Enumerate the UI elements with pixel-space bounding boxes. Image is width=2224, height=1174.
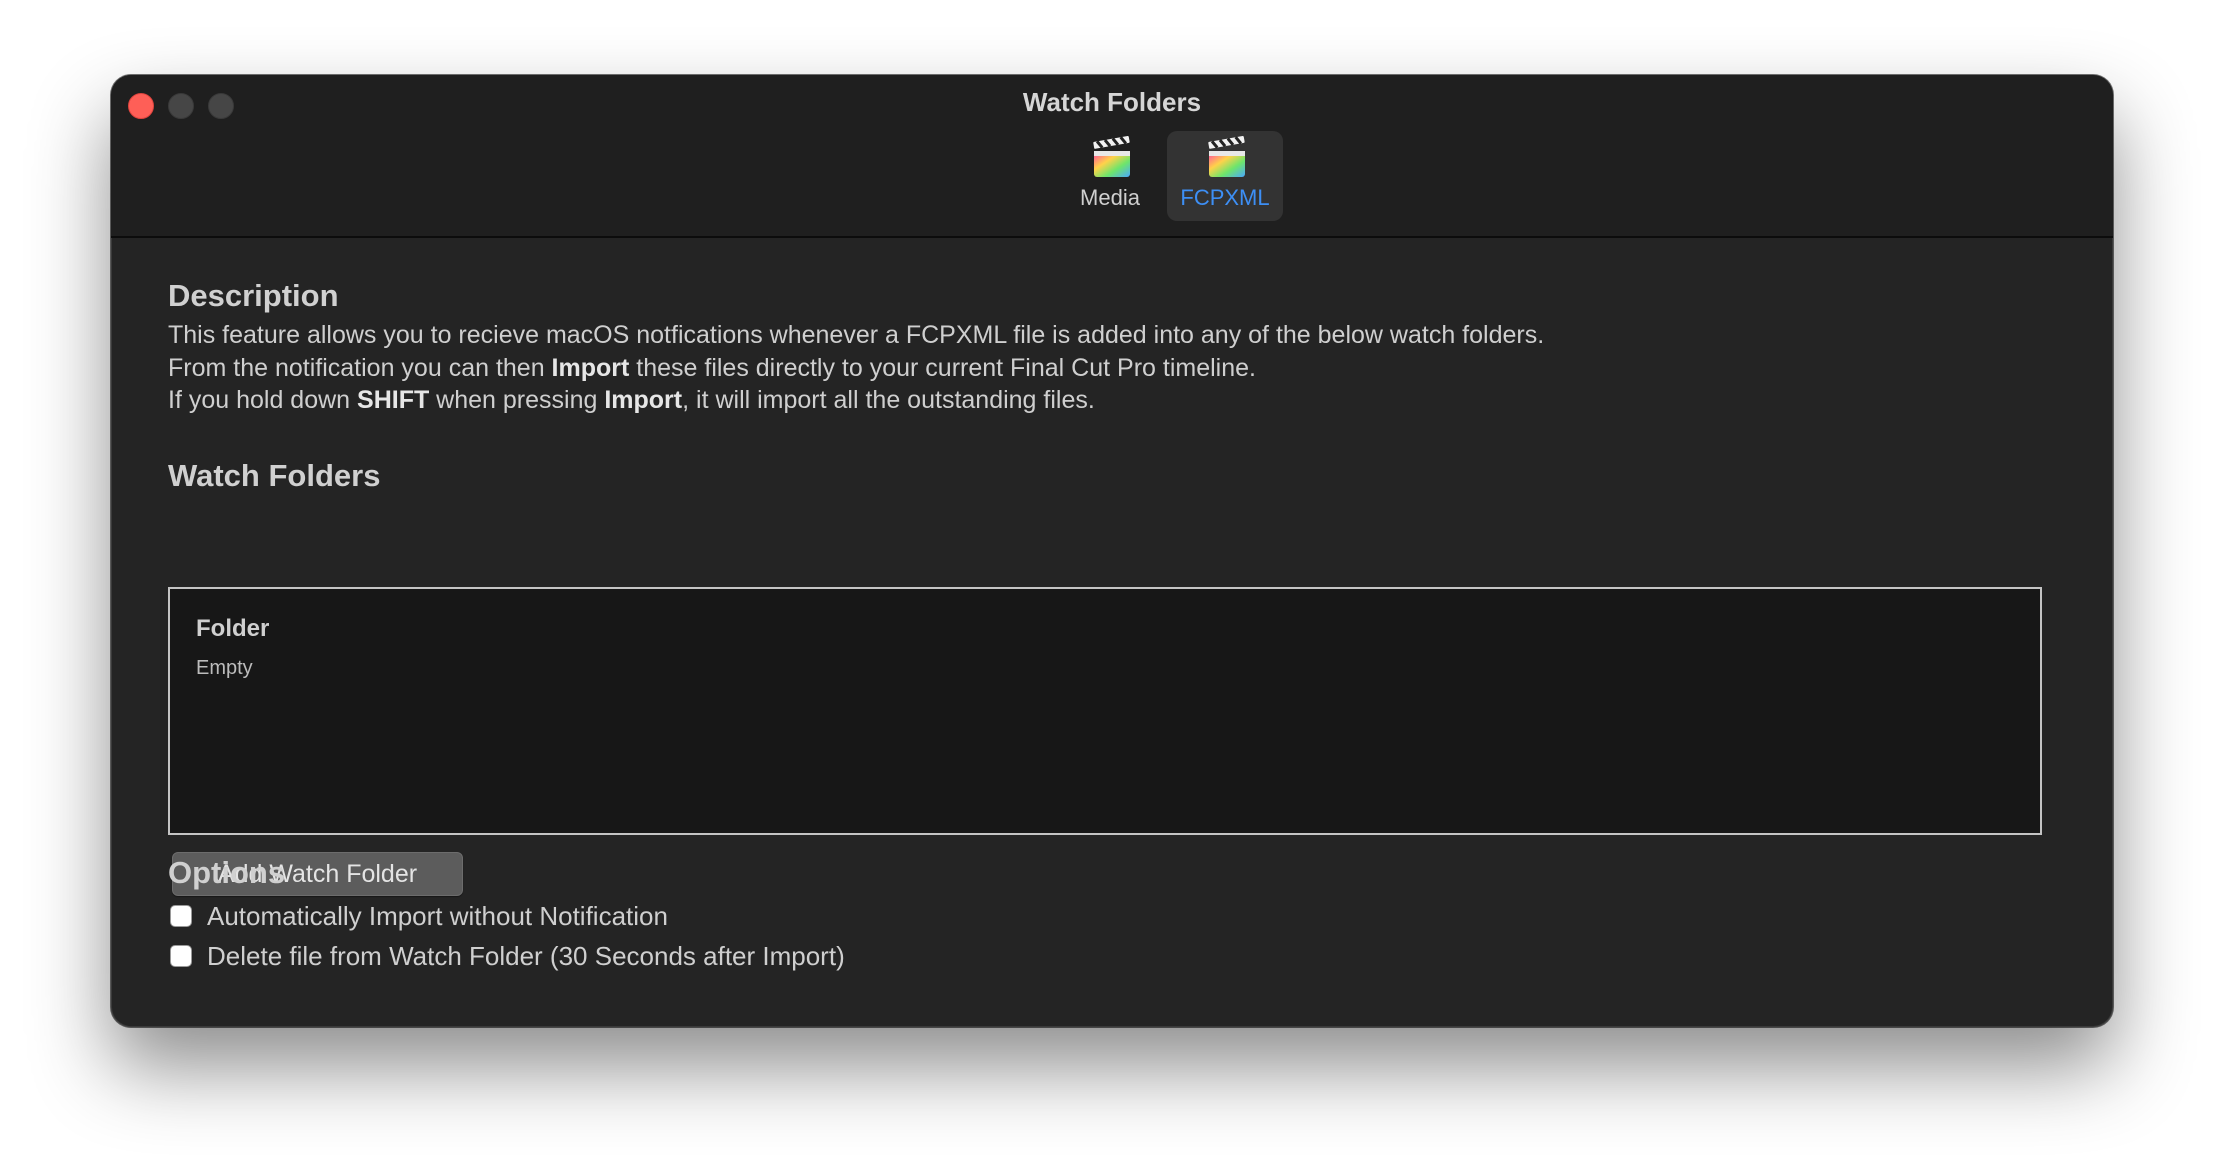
empty-list-text: Empty [196,657,253,679]
description-text: This feature allows you to recieve macOS… [168,319,1544,417]
description-text-run: , it will import all the outstanding fil… [682,386,1095,414]
shift-keyword: SHIFT [357,386,430,414]
delete-file-label: Delete file from Watch Folder (30 Second… [207,940,845,971]
description-text-run: when pressing [429,386,605,414]
folder-column-header: Folder [196,615,270,642]
watch-folders-window: Watch Folders Media FCPXML Description T… [111,75,2113,1027]
final-cut-pro-icon [1093,135,1130,177]
watch-folders-heading: Watch Folders [168,458,381,493]
description-heading: Description [168,278,339,313]
window-title: Watch Folders [1022,87,1202,117]
title-bar: Watch Folders Media FCPXML [111,75,2113,238]
tab-media[interactable]: Media [1052,131,1168,221]
tab-fcpxml-label: FCPXML [1180,185,1270,210]
auto-import-checkbox[interactable] [170,905,192,927]
import-keyword: Import [551,353,630,382]
description-text-run: If you hold down [168,386,358,414]
options-heading: Options [168,855,286,890]
tab-media-label: Media [1080,185,1140,210]
auto-import-label: Automatically Import without Notificatio… [207,900,668,931]
description-text-run: From the notification you can then [168,353,552,382]
tab-fcpxml[interactable]: FCPXML [1167,131,1283,221]
watch-folder-list[interactable]: Folder Empty [168,587,2042,835]
description-text-run: these files directly to your current Fin… [629,353,1256,382]
option-auto-import[interactable]: Automatically Import without Notificatio… [170,900,668,932]
import-keyword: Import [604,386,683,414]
delete-file-checkbox[interactable] [170,945,192,967]
description-line-1: This feature allows you to recieve macOS… [168,321,1545,349]
option-delete-file[interactable]: Delete file from Watch Folder (30 Second… [170,940,845,972]
description-line-3: If you hold down SHIFT when pressing Imp… [168,384,1544,417]
final-cut-pro-icon [1208,135,1245,177]
description-line-2: From the notification you can then Impor… [168,352,1544,385]
